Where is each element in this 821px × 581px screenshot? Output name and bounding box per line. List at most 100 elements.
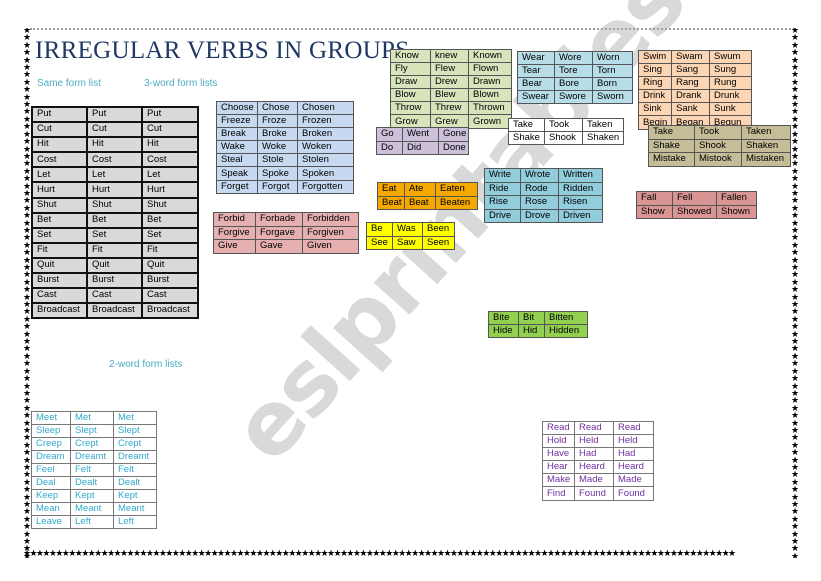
- past-simple: Forbade: [255, 212, 303, 227]
- past-participle: Shut: [141, 196, 199, 214]
- table-row: Beat Beat Beaten: [377, 195, 478, 210]
- table-row: Mistake Mistook Mistaken: [648, 152, 791, 167]
- past-participle: Left: [113, 515, 157, 529]
- past-participle: Drawn: [468, 75, 512, 90]
- past-simple: Crept: [70, 437, 114, 451]
- past-participle: Known: [468, 48, 512, 64]
- past-simple: Threw: [430, 101, 469, 116]
- past-participle: Bet: [141, 211, 199, 229]
- past-participle: Rung: [709, 76, 752, 91]
- base-form: Hit: [31, 136, 88, 154]
- base-form: Take: [508, 118, 545, 132]
- past-participle: Ridden: [558, 181, 603, 196]
- past-simple: Beat: [404, 195, 436, 210]
- table-row: Cast Cast Cast: [31, 287, 199, 305]
- past-simple: Dealt: [70, 476, 114, 490]
- base-form: Wear: [517, 51, 555, 65]
- base-form: Feel: [31, 463, 71, 477]
- table-row: Creep Crept Crept: [31, 437, 157, 451]
- base-form: Cast: [31, 287, 88, 305]
- base-form: Steal: [216, 153, 258, 168]
- verb-table-bite: Bite Bit Bitten Hide Hid Hidden: [488, 311, 588, 338]
- label-three-word: 3-word form lists: [144, 78, 218, 89]
- base-form: Swear: [517, 90, 555, 104]
- table-row: Bite Bit Bitten: [488, 311, 588, 325]
- past-participle: Meant: [113, 502, 157, 516]
- past-simple: Found: [574, 486, 614, 501]
- base-form: Find: [542, 486, 575, 501]
- past-participle: Blown: [468, 88, 512, 103]
- base-form: Forget: [216, 179, 258, 194]
- past-participle: Slept: [113, 424, 157, 438]
- past-participle: Gone: [438, 127, 469, 142]
- base-form: Fly: [390, 62, 431, 77]
- past-participle: Forgiven: [302, 225, 359, 240]
- base-form: Fall: [636, 191, 673, 206]
- past-simple: Sank: [671, 102, 710, 117]
- past-simple: Held: [574, 434, 614, 449]
- table-row: Go Went Gone: [376, 127, 469, 142]
- past-participle: Written: [558, 168, 603, 183]
- past-participle: Fallen: [716, 191, 757, 206]
- past-participle: Drunk: [709, 89, 752, 104]
- base-form: Do: [376, 140, 403, 155]
- past-participle: Forgotten: [297, 179, 354, 194]
- table-row: Forget Forgot Forgotten: [216, 179, 354, 194]
- past-simple: Gave: [255, 239, 303, 254]
- past-simple: Bore: [554, 77, 593, 91]
- base-form: Hear: [542, 460, 575, 475]
- table-row: Draw Drew Drawn: [390, 75, 512, 90]
- base-form: Have: [542, 447, 575, 462]
- table-row: Set Set Set: [31, 226, 199, 244]
- base-form: Shake: [648, 138, 695, 153]
- past-simple: Swam: [671, 49, 710, 65]
- past-simple: Cost: [86, 151, 143, 169]
- label-two-word: 2-word form lists: [109, 359, 183, 370]
- table-row: Wake Woke Woken: [216, 140, 354, 155]
- table-row: Put Put Put: [31, 105, 199, 124]
- table-row: Sink Sank Sunk: [638, 102, 752, 117]
- past-participle: Cut: [141, 121, 199, 139]
- table-row: Feel Felt Felt: [31, 463, 157, 477]
- table-row: Bear Bore Born: [517, 77, 633, 91]
- base-form: Hold: [542, 434, 575, 449]
- verb-table-same: Put Put Put Cut Cut Cut Hit Hit Hit Cost Cost Cost L…: [31, 105, 199, 320]
- table-row: Read Read Read: [542, 420, 654, 436]
- table-row: Forbid Forbade Forbidden: [213, 212, 359, 227]
- table-row: Show Showed Shown: [636, 204, 757, 219]
- past-participle: Taken: [582, 118, 624, 132]
- past-participle: Crept: [113, 437, 157, 451]
- past-participle: Eaten: [435, 182, 478, 197]
- verb-table-eat: Eat Ate Eaten Beat Beat Beaten: [377, 182, 478, 210]
- base-form: Choose: [216, 100, 258, 116]
- past-simple: Sang: [671, 63, 710, 78]
- past-participle: Bitten: [544, 311, 588, 325]
- table-row: Ride Rode Ridden: [484, 181, 603, 196]
- table-row: Eat Ate Eaten: [377, 182, 478, 197]
- past-participle: Met: [113, 411, 157, 425]
- past-participle: Mistaken: [741, 152, 791, 167]
- table-row: Broadcast Broadcast Broadcast: [31, 302, 199, 320]
- base-form: Forbid: [213, 212, 256, 227]
- past-participle: Sworn: [592, 90, 633, 104]
- table-row: Break Broke Broken: [216, 127, 354, 142]
- base-form: Keep: [31, 489, 71, 503]
- base-form: Throw: [390, 101, 431, 116]
- table-row: Choose Chose Chosen: [216, 100, 354, 116]
- base-form: Freeze: [216, 114, 258, 129]
- past-simple: Met: [70, 411, 114, 425]
- past-participle: Sung: [709, 63, 752, 78]
- past-simple: Saw: [392, 235, 423, 250]
- past-simple: Shook: [694, 138, 742, 153]
- past-participle: Risen: [558, 195, 603, 210]
- past-participle: Had: [613, 447, 654, 462]
- verb-table-take-olive: Take Took Taken Shake Shook Shaken Mistake Mist…: [648, 125, 791, 167]
- table-row: Speak Spoke Spoken: [216, 166, 354, 181]
- table-row: Make Made Made: [542, 473, 654, 488]
- base-form: Make: [542, 473, 575, 488]
- base-form: Bear: [517, 77, 555, 91]
- table-row: Meet Met Met: [31, 411, 157, 425]
- past-simple: Burst: [86, 272, 143, 290]
- base-form: Speak: [216, 166, 258, 181]
- table-row: Take Took Taken: [648, 125, 791, 140]
